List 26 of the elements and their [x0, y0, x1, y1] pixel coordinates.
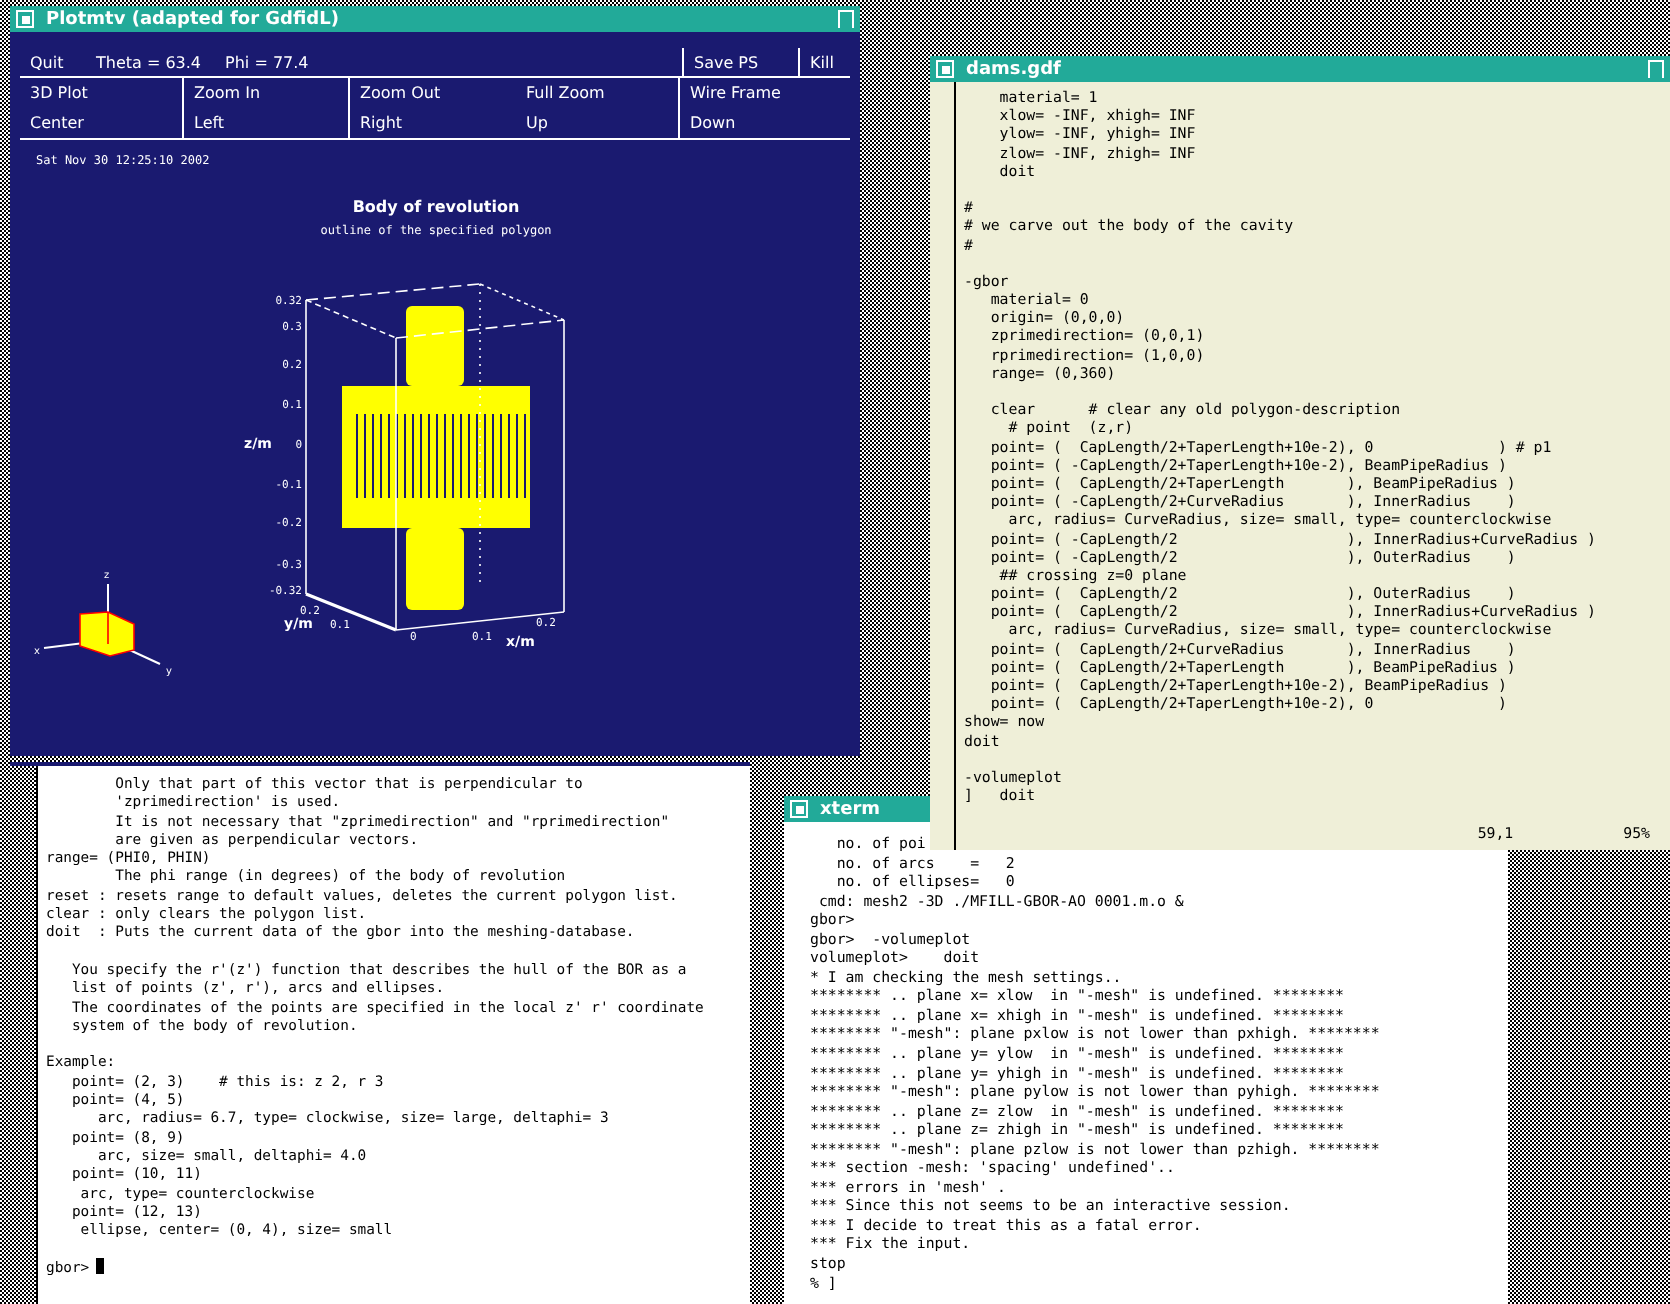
window-menu-icon[interactable] [16, 10, 34, 28]
menu-button[interactable]: Center [20, 108, 184, 138]
angle-readout: Theta = 63.4 [96, 53, 202, 71]
menu-button[interactable]: Down [680, 108, 850, 138]
angle-readout: Phi = 77.4 [225, 53, 309, 71]
maximize-icon[interactable] [1648, 60, 1664, 78]
window-menu-icon[interactable] [790, 800, 808, 818]
window-title: dams.gdf [966, 59, 1063, 79]
window-title: xterm [820, 799, 883, 819]
menu-button[interactable]: 3D Plot [20, 78, 184, 108]
menu-button[interactable]: Up [516, 108, 680, 138]
menu-button[interactable]: Left [184, 108, 350, 138]
menu-button[interactable]: Save PS [682, 48, 798, 76]
menu-button[interactable]: Zoom Out [350, 78, 516, 108]
window-menu-icon[interactable] [936, 60, 954, 78]
maximize-icon[interactable] [838, 10, 854, 28]
menu-button[interactable]: Right [350, 108, 516, 138]
menu-button[interactable]: Zoom In [184, 78, 350, 108]
menu-button[interactable]: Full Zoom [516, 78, 680, 108]
menu-button[interactable]: Kill [798, 48, 850, 76]
window-title: Plotmtv (adapted for GdfidL) [46, 9, 341, 29]
plot-title: Body of revolution [352, 198, 520, 216]
menu-button[interactable]: Wire Frame [680, 78, 850, 108]
orientation-axes-drawing [43, 583, 161, 665]
text-cursor [95, 1258, 104, 1275]
quit-button[interactable]: Quit [20, 53, 96, 71]
